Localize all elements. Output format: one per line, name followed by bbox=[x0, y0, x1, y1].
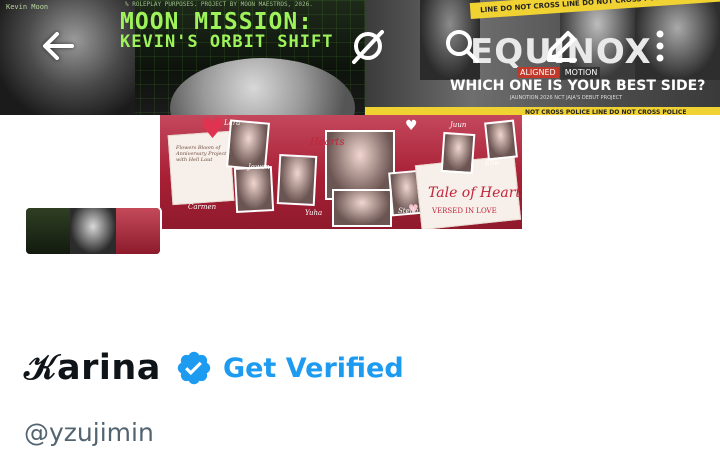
banner-tag-aligned: ALIGNED bbox=[517, 67, 559, 78]
banner-caption: Kevin Moon bbox=[6, 3, 49, 11]
collage-photo bbox=[233, 166, 275, 213]
verified-badge-icon[interactable] bbox=[175, 349, 213, 387]
grok-icon bbox=[352, 30, 384, 64]
grok-button[interactable] bbox=[346, 24, 390, 68]
collage-name-label: Juun bbox=[450, 121, 467, 129]
collage-name-label: Yuha bbox=[305, 209, 323, 217]
collage-note-text: Flowers Bloom of Anniversary Project wit… bbox=[176, 145, 227, 163]
collage-name-label: Carmen bbox=[188, 203, 217, 211]
avatar-segment bbox=[116, 208, 160, 254]
more-vertical-icon bbox=[656, 30, 664, 62]
user-handle: @yzujimin bbox=[24, 418, 154, 447]
search-icon bbox=[446, 30, 479, 63]
collage-name-label: Elle bbox=[485, 159, 499, 167]
banner-credit: JAUNOTION 2026 NCT JAJA'S DEBUT PROJECT bbox=[510, 95, 623, 101]
banner-mission-subtitle: KEVIN'S ORBIT SHIFT bbox=[120, 32, 334, 52]
profile-avatar[interactable] bbox=[24, 206, 162, 256]
banner-question: WHICH ONE IS YOUR BEST SIDE? bbox=[450, 78, 706, 94]
banner-disclaimer: % ROLEPLAY PURPOSES. PROJECT BY MOON MAE… bbox=[125, 1, 313, 8]
collage-subtitle: VERSED IN LOVE bbox=[432, 207, 497, 215]
avatar-segment bbox=[26, 208, 70, 254]
banner-police-tape: NOT CROSS POLICE LINE DO NOT CROSS POLIC… bbox=[365, 107, 720, 115]
collage-photo bbox=[276, 154, 318, 206]
pinned-collage-image[interactable]: Flowers Bloom of Anniversary Project wit… bbox=[160, 115, 522, 229]
collage-heart-icon: ♥ bbox=[405, 118, 418, 134]
arrow-left-icon bbox=[43, 32, 74, 60]
collage-name-label: Jewon bbox=[248, 163, 270, 171]
profile-name-row: 𝒦arina Get Verified bbox=[24, 343, 404, 393]
collage-group-photo bbox=[332, 189, 392, 227]
banner-tag-motion: MOTION bbox=[561, 67, 601, 78]
back-button[interactable] bbox=[36, 24, 80, 68]
more-options-button[interactable] bbox=[638, 24, 682, 68]
avatar-segment bbox=[70, 208, 116, 254]
collage-name-label: Lara bbox=[224, 119, 241, 127]
collage-title-script: Tale of Hearts bbox=[428, 185, 522, 201]
display-name: 𝒦arina bbox=[24, 348, 161, 388]
banner-tags: ALIGNED MOTION bbox=[517, 67, 601, 78]
collage-heart-icon: ♥ bbox=[200, 115, 226, 145]
get-verified-link[interactable]: Get Verified bbox=[223, 353, 404, 384]
collage-hearts-script: Hearts bbox=[310, 137, 345, 148]
edit-pencil-icon bbox=[547, 31, 577, 62]
collage-name-label: Stella bbox=[398, 207, 419, 215]
collage-photo bbox=[484, 119, 518, 161]
collage-photo bbox=[440, 131, 476, 175]
edit-profile-button[interactable] bbox=[539, 24, 583, 68]
search-button[interactable] bbox=[440, 24, 484, 68]
